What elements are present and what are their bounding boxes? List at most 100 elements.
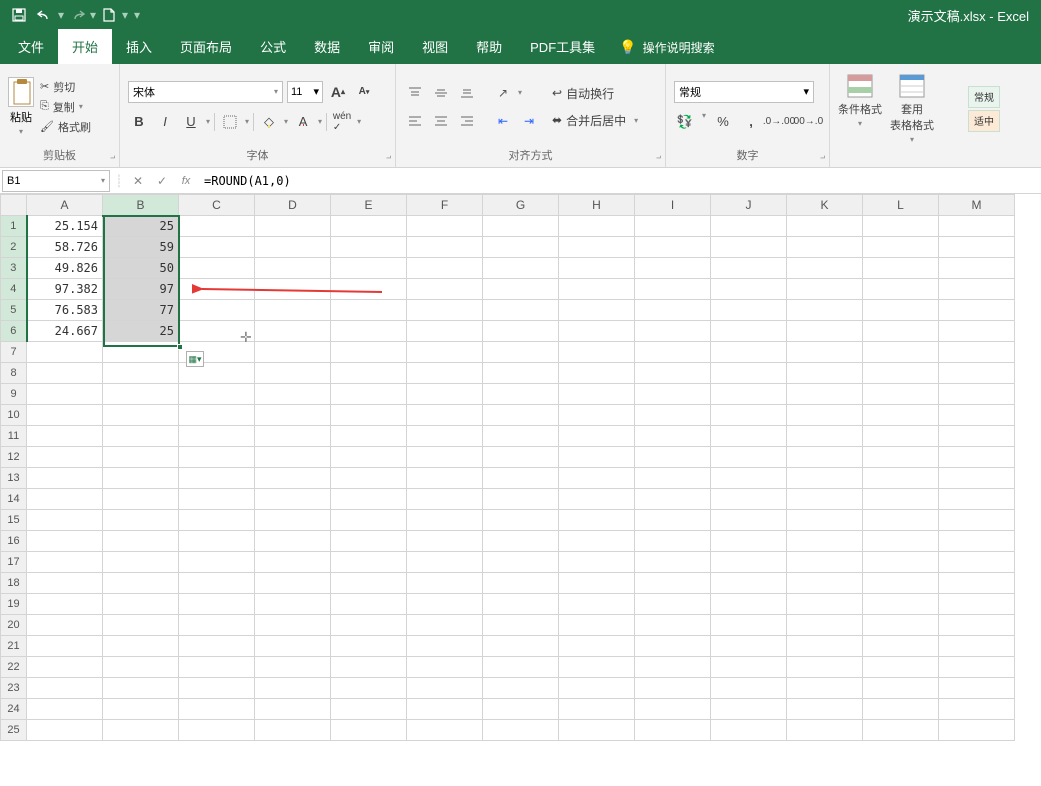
align-middle-button[interactable]	[430, 83, 452, 103]
cell[interactable]	[939, 594, 1015, 615]
column-header[interactable]: K	[787, 195, 863, 216]
select-all-corner[interactable]	[1, 195, 27, 216]
cell[interactable]	[103, 342, 179, 363]
row-header[interactable]: 11	[1, 426, 27, 447]
currency-button[interactable]: 💱	[674, 111, 696, 133]
paste-button[interactable]: 粘贴 ▾	[8, 77, 34, 136]
cell[interactable]	[483, 300, 559, 321]
row-header[interactable]: 17	[1, 552, 27, 573]
column-header[interactable]: F	[407, 195, 483, 216]
cell[interactable]	[179, 699, 255, 720]
tab-review[interactable]: 审阅	[354, 29, 408, 64]
cell[interactable]	[255, 426, 331, 447]
row-header[interactable]: 21	[1, 636, 27, 657]
tab-page-layout[interactable]: 页面布局	[166, 29, 246, 64]
align-center-button[interactable]	[430, 111, 452, 131]
align-right-button[interactable]	[456, 111, 478, 131]
row-header[interactable]: 5	[1, 300, 27, 321]
cell[interactable]	[179, 384, 255, 405]
row-header[interactable]: 16	[1, 531, 27, 552]
cell[interactable]	[255, 279, 331, 300]
font-name-select[interactable]: 宋体▾	[128, 81, 283, 103]
cell[interactable]	[559, 405, 635, 426]
cell[interactable]	[635, 615, 711, 636]
cell[interactable]	[483, 321, 559, 342]
cell[interactable]	[179, 300, 255, 321]
underline-button[interactable]: U	[180, 111, 202, 133]
cell[interactable]	[711, 510, 787, 531]
cell[interactable]	[331, 720, 407, 741]
cell[interactable]	[255, 342, 331, 363]
cell[interactable]	[407, 657, 483, 678]
fill-handle[interactable]	[177, 344, 183, 350]
cell[interactable]	[103, 384, 179, 405]
cell[interactable]	[939, 657, 1015, 678]
row-header[interactable]: 13	[1, 468, 27, 489]
cell[interactable]	[787, 321, 863, 342]
cell[interactable]	[407, 468, 483, 489]
cell[interactable]	[635, 573, 711, 594]
cell[interactable]	[407, 594, 483, 615]
cell[interactable]	[635, 279, 711, 300]
cell[interactable]	[255, 237, 331, 258]
cell[interactable]	[27, 426, 103, 447]
formula-input[interactable]: =ROUND(A1,0)	[198, 174, 1041, 188]
cell[interactable]	[787, 237, 863, 258]
cell[interactable]	[483, 531, 559, 552]
tell-me-search[interactable]: 💡 操作说明搜索	[609, 31, 724, 64]
cell[interactable]	[331, 657, 407, 678]
cell[interactable]	[863, 321, 939, 342]
increase-indent-button[interactable]: ⇥	[518, 111, 540, 131]
cell[interactable]	[103, 426, 179, 447]
cell[interactable]	[331, 573, 407, 594]
cell[interactable]	[331, 258, 407, 279]
cell[interactable]	[559, 510, 635, 531]
merge-center-button[interactable]: ⬌合并后居中▾	[552, 112, 638, 129]
cell[interactable]	[787, 363, 863, 384]
cell[interactable]	[711, 258, 787, 279]
cell[interactable]	[331, 531, 407, 552]
cell[interactable]	[331, 552, 407, 573]
cell[interactable]	[27, 405, 103, 426]
row-header[interactable]: 1	[1, 216, 27, 237]
cell[interactable]	[939, 447, 1015, 468]
cell[interactable]	[331, 405, 407, 426]
fill-color-button[interactable]: ◇	[258, 111, 280, 133]
cell[interactable]	[863, 636, 939, 657]
cell[interactable]	[559, 699, 635, 720]
cell[interactable]	[407, 426, 483, 447]
cell[interactable]	[331, 279, 407, 300]
cell[interactable]	[483, 279, 559, 300]
cell[interactable]	[407, 573, 483, 594]
cell[interactable]	[939, 300, 1015, 321]
font-color-button[interactable]: A	[292, 111, 314, 133]
insert-function-button[interactable]: fx	[174, 175, 198, 187]
cell[interactable]	[787, 342, 863, 363]
cell[interactable]	[787, 720, 863, 741]
cell[interactable]	[255, 531, 331, 552]
cell[interactable]	[407, 384, 483, 405]
cell[interactable]	[939, 216, 1015, 237]
cell[interactable]	[103, 531, 179, 552]
cell[interactable]	[635, 363, 711, 384]
cell[interactable]	[483, 657, 559, 678]
new-doc-button[interactable]	[96, 3, 122, 27]
cell[interactable]	[103, 573, 179, 594]
cell[interactable]	[635, 489, 711, 510]
cell[interactable]	[787, 447, 863, 468]
column-header[interactable]: D	[255, 195, 331, 216]
align-bottom-button[interactable]	[456, 83, 478, 103]
save-button[interactable]	[6, 3, 32, 27]
copy-button[interactable]: ⎘复制▾	[40, 99, 91, 115]
cell[interactable]	[711, 321, 787, 342]
cell[interactable]	[559, 573, 635, 594]
cell[interactable]	[863, 216, 939, 237]
cell[interactable]	[863, 426, 939, 447]
cell[interactable]	[331, 615, 407, 636]
cell[interactable]	[787, 279, 863, 300]
cell[interactable]	[407, 489, 483, 510]
cell[interactable]	[863, 279, 939, 300]
cell[interactable]	[103, 468, 179, 489]
cell[interactable]	[939, 342, 1015, 363]
cell[interactable]	[179, 615, 255, 636]
